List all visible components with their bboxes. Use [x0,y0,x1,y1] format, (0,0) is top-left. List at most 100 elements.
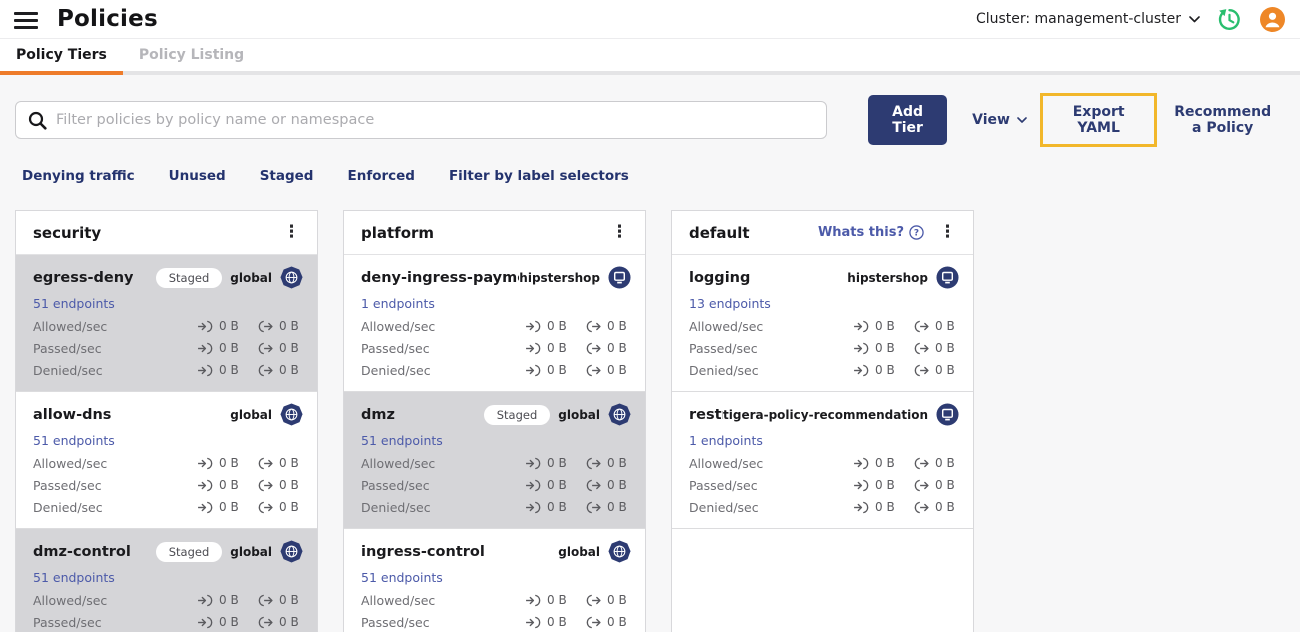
metric-ingress-value: 0 B [219,500,239,514]
policy-scope: global [230,544,272,559]
tab-policy-tiers[interactable]: Policy Tiers [0,39,123,75]
tier-menu-icon[interactable]: ⋮ [608,222,631,243]
metric-row: Denied/sec 0 B 0 B [33,359,303,381]
metric-row: Allowed/sec 0 B 0 B [689,452,959,474]
metric-ingress-value: 0 B [547,615,567,629]
search-input[interactable] [56,112,814,128]
filter-filter-by-label-selectors[interactable]: Filter by label selectors [449,168,629,184]
namespace-scope-icon [936,266,959,289]
policy-card-logging[interactable]: logging hipstershop 13 endpoints Allowed… [672,255,973,392]
egress-icon [258,457,273,469]
policy-card-allow-dns[interactable]: allow-dns global 51 endpoints Allowed/se… [16,392,317,529]
endpoints-link[interactable]: 51 endpoints [361,433,443,448]
tier-menu-icon[interactable]: ⋮ [936,222,959,243]
ingress-icon [198,342,213,354]
cluster-selector[interactable]: Cluster: management-cluster [976,11,1200,27]
metric-ingress-value: 0 B [875,319,895,333]
metric-row: Denied/sec 0 B 0 B [689,496,959,518]
metric-row: Denied/sec 0 B 0 B [689,359,959,381]
metric-label: Allowed/sec [689,318,764,334]
egress-icon [914,342,929,354]
global-scope-icon [608,540,631,563]
egress-icon [586,501,601,513]
tier-actions: ⋮ [608,222,631,243]
global-scope-icon [280,266,303,289]
policy-scope: global [230,270,272,285]
ingress-icon [526,616,541,628]
policy-card-deny-ingress-paymentservi[interactable]: deny-ingress-paymentservi... hipstershop… [344,255,645,392]
policy-name: allow-dns [33,406,112,423]
egress-icon [586,594,601,606]
metric-row: Passed/sec 0 B 0 B [33,611,303,632]
topbar-actions: Cluster: management-cluster [976,6,1286,33]
view-dropdown[interactable]: View [972,112,1027,128]
endpoints-link[interactable]: 1 endpoints [361,296,435,311]
cluster-label: Cluster: management-cluster [975,11,1181,27]
ingress-icon [854,479,869,491]
export-yaml-highlight: Export YAML [1039,93,1158,147]
tab-policy-listing[interactable]: Policy Listing [123,39,260,71]
metric-label: Denied/sec [361,362,431,378]
policy-scope: global [558,407,600,422]
filter-unused[interactable]: Unused [169,168,226,184]
chevron-down-icon [1017,117,1027,123]
endpoints-link[interactable]: 13 endpoints [689,296,771,311]
policy-card-ingress-control[interactable]: ingress-control global 51 endpoints Allo… [344,529,645,632]
menu-icon[interactable] [14,11,38,29]
metric-egress-value: 0 B [607,319,627,333]
egress-icon [914,457,929,469]
policy-card-dmz-control[interactable]: dmz-control Staged global 51 endpoints A… [16,529,317,632]
ingress-icon [526,364,541,376]
filter-staged[interactable]: Staged [260,168,314,184]
export-yaml-button[interactable]: Export YAML [1065,104,1132,136]
endpoints-link[interactable]: 51 endpoints [33,433,115,448]
metric-label: Passed/sec [689,477,758,493]
policy-name: dmz-control [33,543,131,560]
egress-icon [586,479,601,491]
metric-ingress-value: 0 B [219,319,239,333]
ingress-icon [854,364,869,376]
metric-ingress-value: 0 B [547,363,567,377]
policy-card-restricted[interactable]: restricted tigera-policy-recommendation … [672,392,973,529]
policy-name: restricted [689,406,723,423]
staged-badge: Staged [483,404,551,425]
user-avatar[interactable] [1259,6,1286,33]
staged-badge: Staged [155,541,223,562]
endpoints-link[interactable]: 1 endpoints [689,433,763,448]
search-box [15,101,827,139]
policy-name: egress-deny [33,269,134,286]
endpoints-link[interactable]: 51 endpoints [33,296,115,311]
ingress-icon [198,479,213,491]
whats-this-link[interactable]: Whats this? ? [818,225,924,240]
policy-card-dmz[interactable]: dmz Staged global 51 endpoints Allowed/s… [344,392,645,529]
endpoints-link[interactable]: 51 endpoints [33,570,115,585]
endpoints-link[interactable]: 51 endpoints [361,570,443,585]
filter-enforced[interactable]: Enforced [347,168,414,184]
ingress-icon [526,501,541,513]
tier-menu-icon[interactable]: ⋮ [280,222,303,243]
metric-egress-value: 0 B [607,341,627,355]
metric-label: Passed/sec [361,477,430,493]
metric-egress-value: 0 B [279,615,299,629]
egress-icon [914,320,929,332]
metric-ingress-value: 0 B [547,500,567,514]
policy-card-egress-deny[interactable]: egress-deny Staged global 51 endpoints A… [16,255,317,392]
metric-egress-value: 0 B [607,615,627,629]
tier-name: security [33,223,102,242]
search-icon [28,111,47,130]
metric-egress-value: 0 B [607,500,627,514]
metric-row: Allowed/sec 0 B 0 B [361,589,631,611]
metric-egress-value: 0 B [935,500,955,514]
metric-label: Denied/sec [689,362,759,378]
egress-icon [258,501,273,513]
recommend-policy-button[interactable]: Recommend a Policy [1167,104,1278,136]
add-tier-button[interactable]: Add Tier [868,95,948,145]
filter-denying-traffic[interactable]: Denying traffic [22,168,135,184]
metric-row: Allowed/sec 0 B 0 B [33,589,303,611]
history-icon[interactable] [1216,6,1243,33]
metric-egress-value: 0 B [935,341,955,355]
egress-icon [258,594,273,606]
tier-name: platform [361,223,435,242]
metric-label: Denied/sec [33,499,103,515]
metric-label: Allowed/sec [33,455,108,471]
